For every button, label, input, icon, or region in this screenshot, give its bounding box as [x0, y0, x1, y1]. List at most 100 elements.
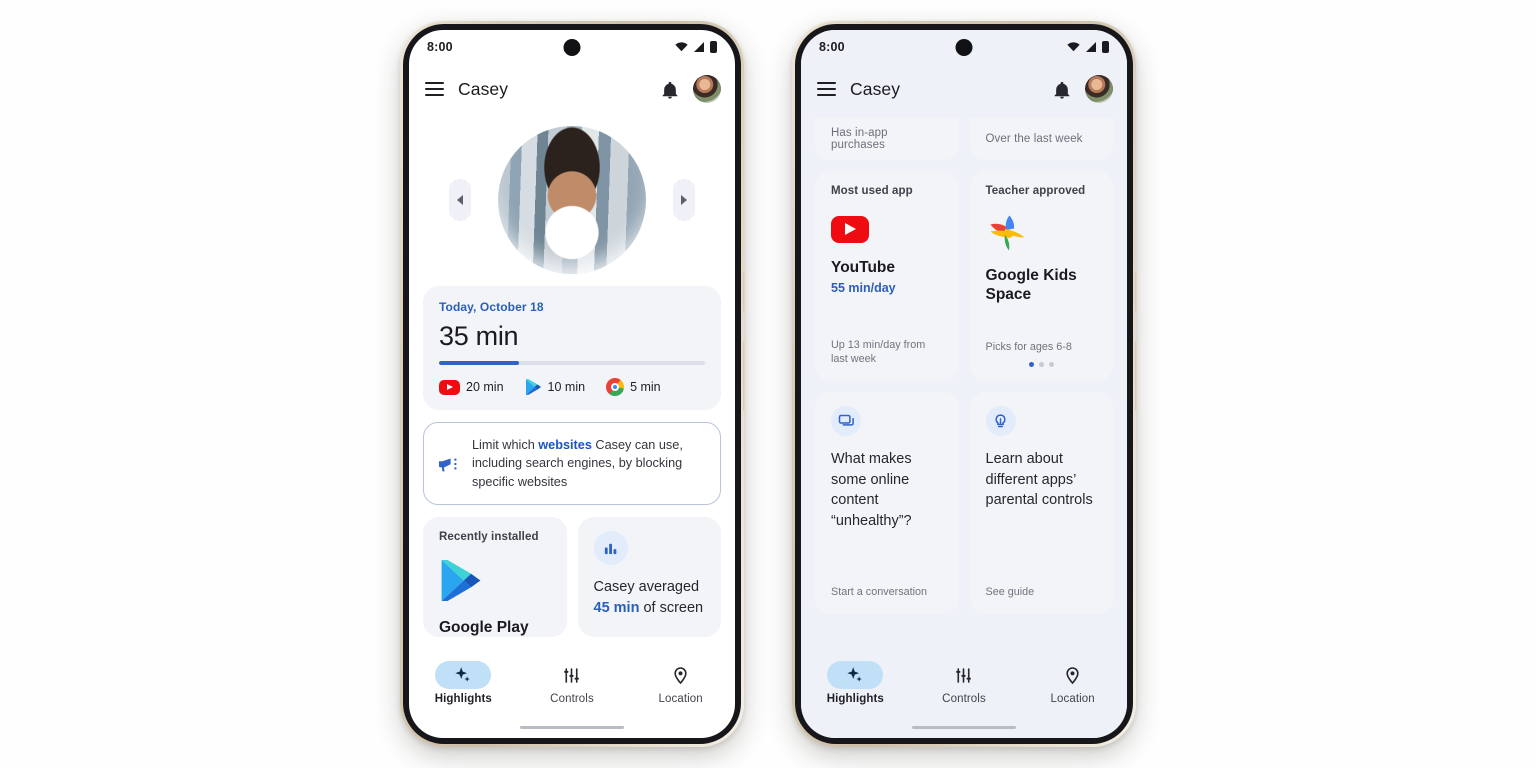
clipped-card-last-week[interactable]: Over the last week	[969, 118, 1113, 160]
bottom-nav-wrapper-left: Highlights Controls Location	[409, 654, 735, 738]
phone-left: 8:00 Casey Today, October 18 35 min 20 m…	[400, 21, 746, 747]
card-title: Google Play	[439, 619, 529, 637]
left-sections: Today, October 18 35 min 20 min 10 min 5…	[409, 286, 735, 638]
card-subtitle: 55 min/day	[831, 280, 896, 295]
power-button[interactable]	[1135, 271, 1138, 313]
teacher-approved-card[interactable]: Teacher approved Google Kids Space Picks…	[969, 171, 1113, 381]
megaphone-icon	[439, 458, 457, 472]
card-foot: Has in-app purchases	[831, 127, 888, 151]
app-usage-time: 20 min	[466, 380, 504, 394]
card-foot: Over the last week	[985, 133, 1083, 145]
card-kicker: Teacher approved	[985, 185, 1086, 197]
card-kicker: Recently installed	[439, 531, 539, 544]
wifi-icon	[1067, 42, 1080, 52]
bottom-nav-wrapper-right: Highlights Controls Location	[801, 654, 1127, 738]
left-bottom-cards: Recently installed Google Play Casey ave…	[423, 517, 721, 638]
nav-label: Controls	[550, 693, 594, 705]
bottom-navigation: Highlights Controls Location	[801, 654, 1127, 716]
phone-left-screen: 8:00 Casey Today, October 18 35 min 20 m…	[409, 30, 735, 738]
screen-time-date: Today, October 18	[439, 300, 544, 314]
carousel-page-dots[interactable]	[986, 362, 1098, 367]
parental-controls-guide-card[interactable]: Learn about different apps’ parental con…	[969, 392, 1113, 614]
app-usage-time: 5 min	[630, 380, 661, 394]
clipped-cards-row: Has in-app purchases Over the last week	[815, 118, 1113, 160]
status-time: 8:00	[819, 40, 845, 54]
child-profile-photo[interactable]	[498, 126, 646, 274]
hamburger-menu-icon[interactable]	[817, 82, 836, 96]
phone-right-screen: 8:00 Casey Has in-app purchases Over the…	[801, 30, 1127, 738]
bar-chart-icon	[593, 531, 628, 566]
notification-bell-icon[interactable]	[661, 80, 679, 99]
status-bar: 8:00	[409, 30, 735, 64]
volume-button[interactable]	[743, 341, 746, 411]
nav-pill-controls	[936, 661, 992, 689]
chevron-right-icon[interactable]	[673, 179, 695, 221]
average-screen-time-card[interactable]: Casey averaged 45 min of screen	[577, 517, 721, 638]
nav-item-controls[interactable]: Controls	[920, 661, 1008, 705]
sparkle-icon	[455, 667, 471, 682]
card-foot: Up 13 min/day from last week	[831, 338, 926, 366]
battery-icon	[1102, 41, 1109, 53]
nav-pill-highlights	[827, 661, 884, 689]
child-carousel	[409, 114, 735, 286]
google-play-icon	[441, 560, 481, 602]
screen-time-progress	[439, 361, 705, 365]
screen-time-total: 35 min	[439, 321, 519, 351]
signal-icon	[694, 42, 704, 52]
nav-item-controls[interactable]: Controls	[528, 661, 616, 705]
status-icons	[675, 41, 717, 53]
nav-pill-controls	[544, 661, 600, 689]
parent-avatar[interactable]	[1085, 75, 1113, 103]
right-sections: Has in-app purchases Over the last week …	[801, 114, 1127, 614]
app-usage-time: 10 min	[547, 380, 586, 394]
recently-installed-card[interactable]: Recently installed Google Play	[423, 517, 567, 638]
website-limit-banner[interactable]: Limit which websites Casey can use, incl…	[423, 422, 721, 506]
power-button[interactable]	[743, 271, 746, 313]
parent-avatar[interactable]	[693, 75, 721, 103]
nav-item-location[interactable]: Location	[637, 661, 725, 705]
gesture-bar[interactable]	[801, 716, 1127, 738]
nav-item-location[interactable]: Location	[1029, 661, 1117, 705]
app-usage-chrome: 5 min	[606, 378, 661, 396]
card-title: YouTube	[831, 259, 895, 276]
card-foot: Start a conversation	[831, 586, 928, 599]
screen-time-card[interactable]: Today, October 18 35 min 20 min 10 min 5…	[423, 286, 721, 410]
card-foot: See guide	[985, 586, 1035, 599]
sliders-icon	[564, 667, 580, 683]
notification-bell-icon[interactable]	[1053, 80, 1071, 99]
highlight-cards-row-2: What makes some online content “unhealth…	[815, 392, 1113, 614]
app-usage-google-play: 10 min	[525, 378, 586, 396]
youtube-icon	[831, 216, 869, 243]
nav-pill-highlights	[435, 661, 492, 689]
gesture-bar[interactable]	[409, 716, 735, 738]
conversation-card[interactable]: What makes some online content “unhealth…	[815, 392, 959, 614]
youtube-icon	[439, 379, 460, 395]
scroll-body-right[interactable]: Has in-app purchases Over the last week …	[801, 114, 1127, 654]
location-pin-icon	[1066, 666, 1079, 684]
nav-label: Highlights	[434, 693, 492, 705]
wifi-icon	[675, 42, 688, 52]
status-time: 8:00	[427, 40, 453, 54]
volume-button[interactable]	[1135, 341, 1138, 411]
nav-label: Location	[1050, 693, 1095, 705]
highlight-cards-row-1: Most used app YouTube 55 min/day Up 13 m…	[815, 171, 1113, 381]
app-bar: Casey	[801, 64, 1127, 114]
battery-icon	[710, 41, 717, 53]
chat-bubble-icon	[831, 406, 861, 436]
location-pin-icon	[674, 666, 687, 684]
front-camera-cutout	[955, 39, 973, 56]
nav-item-highlights[interactable]: Highlights	[419, 661, 507, 705]
chevron-left-icon[interactable]	[449, 179, 471, 221]
nav-item-highlights[interactable]: Highlights	[811, 661, 899, 705]
status-bar: 8:00	[801, 30, 1127, 64]
status-icons	[1067, 41, 1109, 53]
hamburger-menu-icon[interactable]	[425, 82, 444, 96]
scroll-body-left[interactable]: Today, October 18 35 min 20 min 10 min 5…	[409, 114, 735, 654]
clipped-card-in-app-purchases[interactable]: Has in-app purchases	[815, 118, 959, 160]
signal-icon	[1086, 42, 1096, 52]
most-used-app-card[interactable]: Most used app YouTube 55 min/day Up 13 m…	[815, 171, 959, 381]
app-bar: Casey	[409, 64, 735, 114]
page-title: Casey	[458, 78, 509, 99]
nav-pill-location	[653, 661, 709, 689]
nav-pill-location	[1045, 661, 1101, 689]
